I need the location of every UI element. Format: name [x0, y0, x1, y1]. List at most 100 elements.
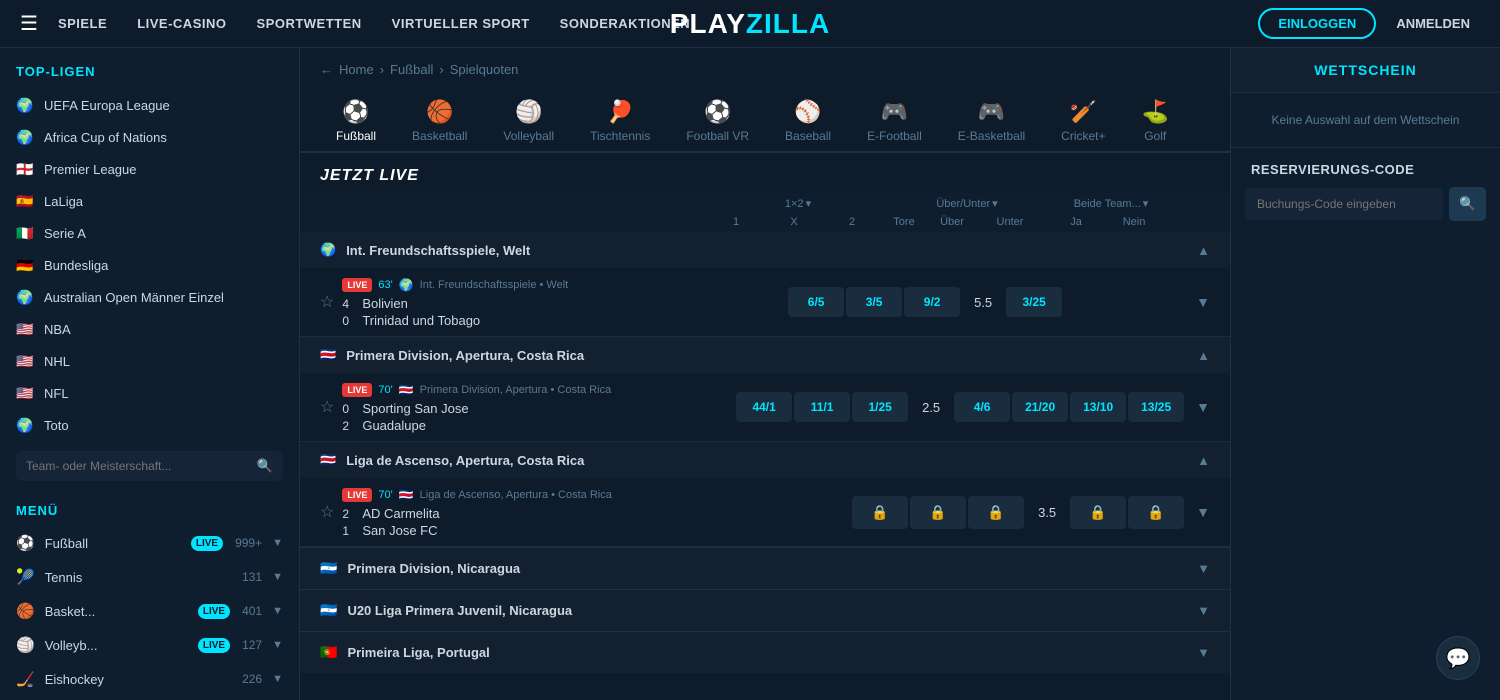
league-item-premier[interactable]: 🏴󠁧󠁢󠁥󠁮󠁧󠁿 Premier League — [0, 153, 299, 185]
match-more-adcarmelita[interactable]: ▼ — [1196, 504, 1210, 520]
league-name-toto: Toto — [44, 418, 69, 433]
tab-fussball[interactable]: ⚽ Fußball — [320, 91, 392, 153]
league-item-nfl[interactable]: 🇺🇸 NFL — [0, 377, 299, 409]
menu-item-basketball[interactable]: 🏀 Basket... LIVE 401 ▼ — [0, 594, 299, 628]
league-chevron-nicaragua2: ▼ — [1197, 603, 1210, 618]
odd-btn-sporting-1[interactable]: 44/1 — [736, 392, 792, 422]
match-tore-bolivien: 5.5 — [968, 295, 998, 310]
league-header-ligaascenso[interactable]: 🇨🇷 Liga de Ascenso, Apertura, Costa Rica… — [300, 442, 1230, 478]
odd-btn-sporting-ou4[interactable]: 13/25 — [1128, 392, 1184, 422]
odd-btn-locked-1[interactable]: 🔒 — [852, 496, 908, 529]
menu-icon[interactable]: ☰ — [20, 11, 38, 36]
tab-tischtennis-icon: 🏓 — [607, 99, 634, 125]
league-item-nba[interactable]: 🇺🇸 NBA — [0, 313, 299, 345]
league-header-int-freundschaft[interactable]: 🌍 Int. Freundschaftsspiele, Welt ▲ — [300, 232, 1230, 268]
match-team2-sanjosefc: San Jose FC — [362, 523, 437, 538]
odd-btn-bolivien-x[interactable]: 3/5 — [846, 287, 902, 317]
menu-title: MENÜ — [0, 491, 299, 526]
tab-basketball[interactable]: 🏀 Basketball — [396, 91, 483, 153]
odd-btn-bolivien-ou[interactable]: 3/25 — [1006, 287, 1062, 317]
menu-item-fussball[interactable]: ⚽ Fußball LIVE 999+ ▼ — [0, 526, 299, 560]
breadcrumb-back[interactable]: ← — [320, 62, 333, 77]
tab-baseball[interactable]: ⚾ Baseball — [769, 91, 847, 153]
odd-btn-sporting-ou2[interactable]: 21/20 — [1012, 392, 1068, 422]
tab-football-vr[interactable]: ⚽ Football VR — [670, 91, 765, 153]
col-header-beideTeams-chevron: ▾ — [1143, 197, 1149, 210]
col-sub-1: 1 — [708, 216, 764, 228]
breadcrumb-home[interactable]: Home — [339, 62, 374, 77]
tab-cricket[interactable]: 🏏 Cricket+ — [1045, 91, 1121, 153]
col-sub-nein: Nein — [1106, 216, 1162, 228]
odd-btn-sporting-x[interactable]: 11/1 — [794, 392, 850, 422]
odd-btn-locked-ou1[interactable]: 🔒 — [1070, 496, 1126, 529]
league-flag-nba: 🇺🇸 — [16, 320, 34, 338]
odd-btn-bolivien-2[interactable]: 9/2 — [904, 287, 960, 317]
league-item-africa[interactable]: 🌍 Africa Cup of Nations — [0, 121, 299, 153]
match-league-flag-adcarmelita: 🇨🇷 — [399, 488, 414, 502]
league-header-chevron-primera: ▲ — [1197, 348, 1210, 363]
fussball-label: Fußball — [45, 536, 181, 551]
tab-e-football-label: E-Football — [867, 129, 922, 143]
match-star-adcarmelita[interactable]: ☆ — [320, 502, 334, 522]
league-row-primeira-portugal[interactable]: 🇵🇹 Primeira Liga, Portugal ▼ — [300, 631, 1230, 673]
reserv-input-row: 🔍 — [1231, 187, 1500, 235]
league-item-laliga[interactable]: 🇪🇸 LaLiga — [0, 185, 299, 217]
league-item-nhl[interactable]: 🇺🇸 NHL — [0, 345, 299, 377]
match-team1-row-adcarmelita: 2 AD Carmelita — [342, 506, 612, 521]
tab-volleyball[interactable]: 🏐 Volleyball — [487, 91, 570, 153]
menu-item-american-football[interactable]: 🏈 American Footb... 23 ▼ — [0, 696, 299, 700]
league-flag-laliga: 🇪🇸 — [16, 192, 34, 210]
nav-sportwetten[interactable]: SPORTWETTEN — [256, 16, 361, 31]
tab-golf[interactable]: ⛳ Golf — [1126, 91, 1185, 153]
league-item-australian[interactable]: 🌍 Australian Open Männer Einzel — [0, 281, 299, 313]
menu-item-tennis[interactable]: 🎾 Tennis 131 ▼ — [0, 560, 299, 594]
nav-virtueller-sport[interactable]: VIRTUELLER SPORT — [392, 16, 530, 31]
odd-btn-bolivien-1[interactable]: 6/5 — [788, 287, 844, 317]
match-more-bolivien[interactable]: ▼ — [1196, 294, 1210, 310]
league-item-toto[interactable]: 🌍 Toto — [0, 409, 299, 441]
league-item-bundesliga[interactable]: 🇩🇪 Bundesliga — [0, 249, 299, 281]
nav-live-casino[interactable]: LIVE-CASINO — [137, 16, 226, 31]
tab-e-basketball[interactable]: 🎮 E-Basketball — [942, 91, 1041, 153]
login-button[interactable]: EINLOGGEN — [1258, 8, 1376, 39]
match-live-badge-adcarmelita: LIVE — [342, 488, 372, 502]
match-row-bolivien: ☆ LIVE 63' 🌍 Int. Freundschaftsspiele • … — [300, 268, 1230, 337]
odd-btn-locked-2[interactable]: 🔒 — [968, 496, 1024, 529]
odd-btn-sporting-ou1[interactable]: 4/6 — [954, 392, 1010, 422]
breadcrumb-fussball[interactable]: Fußball — [390, 62, 433, 77]
odd-btn-locked-x[interactable]: 🔒 — [910, 496, 966, 529]
reserv-code-input[interactable] — [1245, 188, 1443, 220]
league-row-primera-nicaragua[interactable]: 🇳🇮 Primera Division, Nicaragua ▼ — [300, 547, 1230, 589]
logo-zilla: ZILLA — [746, 8, 830, 39]
league-header-name-ligaascenso: Liga de Ascenso, Apertura, Costa Rica — [346, 453, 1187, 468]
odd-btn-sporting-2[interactable]: 1/25 — [852, 392, 908, 422]
volleyball-live-badge: LIVE — [198, 638, 230, 653]
league-header-primera[interactable]: 🇨🇷 Primera Division, Apertura, Costa Ric… — [300, 337, 1230, 373]
basketball-icon: 🏀 — [16, 602, 35, 620]
nav-spiele[interactable]: SPIELE — [58, 16, 107, 31]
league-search-box[interactable]: 🔍 — [16, 451, 283, 481]
menu-item-eishockey[interactable]: 🏒 Eishockey 226 ▼ — [0, 662, 299, 696]
league-row-u20-nicaragua[interactable]: 🇳🇮 U20 Liga Primera Juvenil, Nicaragua ▼ — [300, 589, 1230, 631]
col-sub-2: 2 — [824, 216, 880, 228]
menu-item-volleyball[interactable]: 🏐 Volleyb... LIVE 127 ▼ — [0, 628, 299, 662]
odd-btn-sporting-ou3[interactable]: 13/10 — [1070, 392, 1126, 422]
tab-e-football[interactable]: 🎮 E-Football — [851, 91, 938, 153]
reserv-search-button[interactable]: 🔍 — [1449, 187, 1486, 221]
tab-tischtennis[interactable]: 🏓 Tischtennis — [574, 91, 666, 153]
match-star-sporting[interactable]: ☆ — [320, 397, 334, 417]
chat-fab-button[interactable]: 💬 — [1436, 636, 1480, 680]
right-panel: WETTSCHEIN Keine Auswahl auf dem Wettsch… — [1230, 48, 1500, 700]
match-more-sporting[interactable]: ▼ — [1196, 399, 1210, 415]
league-search-input[interactable] — [26, 459, 251, 473]
volleyball-icon: 🏐 — [16, 636, 35, 654]
match-star-bolivien[interactable]: ☆ — [320, 292, 334, 312]
league-flag-nfl: 🇺🇸 — [16, 384, 34, 402]
tab-tischtennis-label: Tischtennis — [590, 129, 650, 143]
league-item-uefa[interactable]: 🌍 UEFA Europa League — [0, 89, 299, 121]
match-team2-guadalupe: Guadalupe — [362, 418, 426, 433]
league-item-seriea[interactable]: 🇮🇹 Serie A — [0, 217, 299, 249]
tab-e-basketball-label: E-Basketball — [958, 129, 1025, 143]
odd-btn-locked-ou2[interactable]: 🔒 — [1128, 496, 1184, 529]
register-button[interactable]: ANMELDEN — [1386, 10, 1480, 37]
